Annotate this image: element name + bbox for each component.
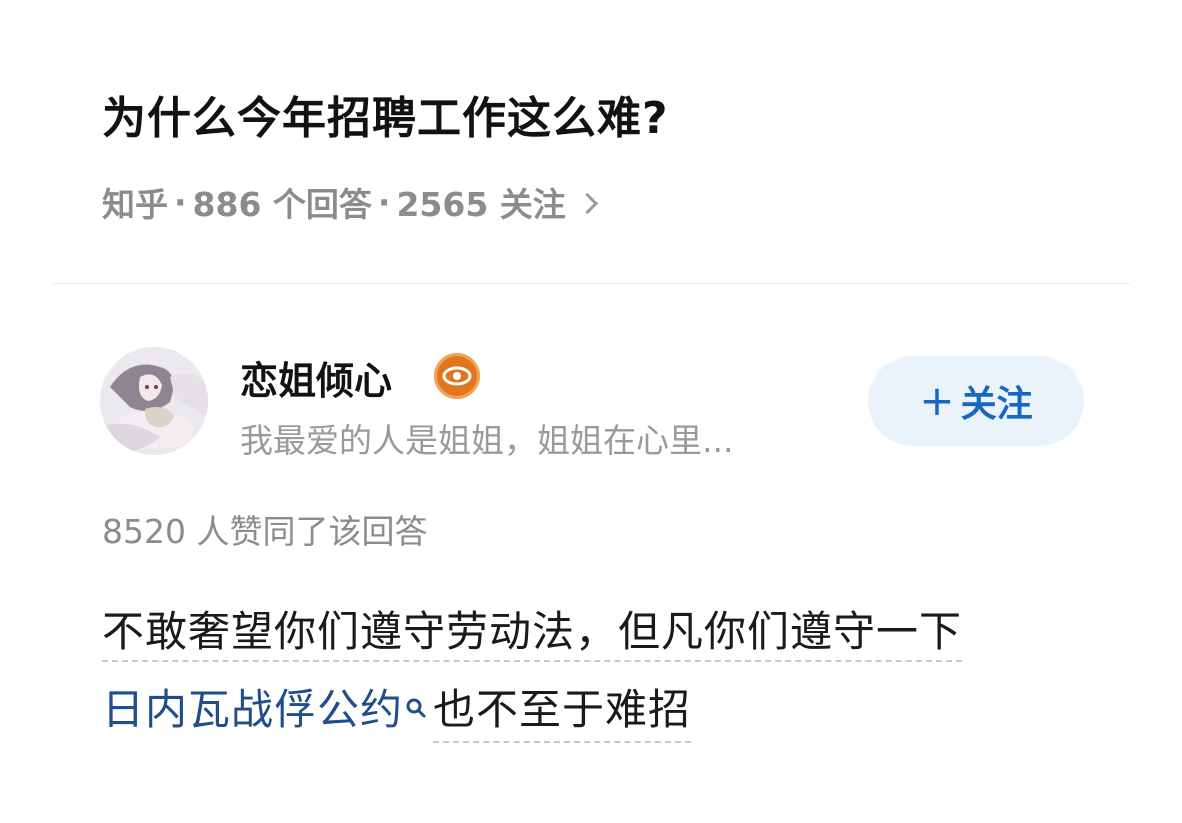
follow-label: 关注 bbox=[960, 384, 1033, 425]
question-meta[interactable]: 知乎 · 886 个回答 · 2565 关注 bbox=[102, 178, 598, 226]
eye-badge-icon bbox=[434, 353, 480, 399]
answers-count: 886 个回答 bbox=[192, 185, 372, 224]
chevron-right-icon bbox=[576, 192, 598, 214]
answer-line-2: 日内瓦战俘公约 也不至于难招 bbox=[102, 676, 692, 743]
plus-icon: + bbox=[919, 376, 955, 425]
vote-count: 8520 人赞同了该回答 bbox=[102, 512, 428, 551]
answer-text: 也不至于难招 bbox=[433, 676, 692, 743]
separator: · bbox=[174, 182, 187, 222]
author-name[interactable]: 恋姐倾心 bbox=[240, 350, 392, 405]
question-title[interactable]: 为什么今年招聘工作这么难? bbox=[102, 82, 669, 146]
divider bbox=[52, 283, 1130, 284]
search-icon[interactable] bbox=[405, 680, 427, 718]
answer-line-1: 不敢奢望你们遵守劳动法，但凡你们遵守一下 bbox=[102, 598, 963, 662]
follow-button[interactable]: + 关注 bbox=[868, 356, 1084, 446]
author-bio: 我最爱的人是姐姐，姐姐在心里... bbox=[240, 421, 734, 460]
search-term-link[interactable]: 日内瓦战俘公约 bbox=[102, 676, 403, 737]
followers-count: 2565 关注 bbox=[396, 185, 566, 224]
avatar[interactable] bbox=[100, 347, 208, 455]
answer-text: 不敢奢望你们遵守劳动法，但凡你们遵守一下 bbox=[102, 607, 963, 662]
separator: · bbox=[377, 182, 391, 222]
source-label: 知乎 bbox=[102, 185, 168, 224]
